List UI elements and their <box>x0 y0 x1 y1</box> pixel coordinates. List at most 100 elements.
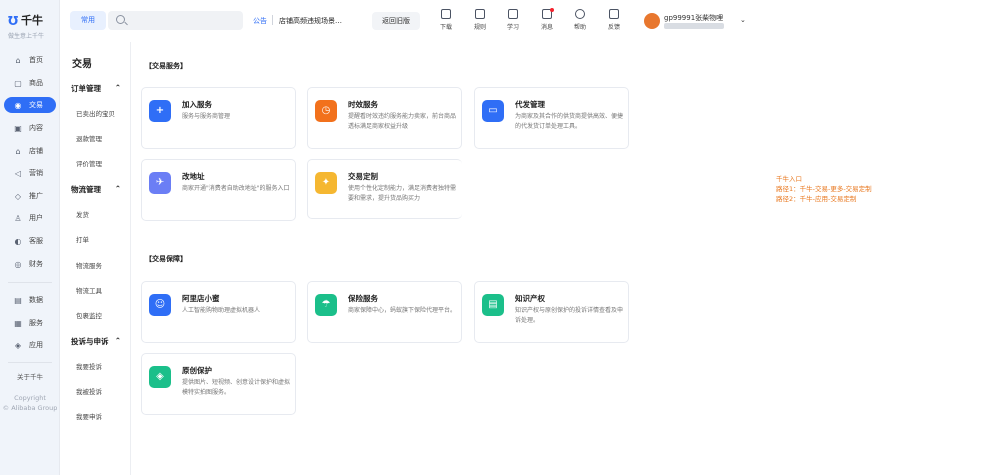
service-card-ali-bot[interactable]: ☺ 阿里店小蜜 人工智能购物助理虚拟机器人 <box>141 281 296 343</box>
notice-link[interactable]: 店铺高频违规场景… <box>279 16 342 26</box>
search-input[interactable] <box>108 11 243 30</box>
box-icon: ▭ <box>482 100 504 122</box>
submenu-group-complaint[interactable]: 投诉与申诉 ⌃ <box>71 336 121 347</box>
submenu-group-logistics[interactable]: 物流管理 ⌃ <box>71 184 121 195</box>
submenu-item[interactable]: 我要投诉 <box>76 361 102 371</box>
search-icon <box>116 15 125 24</box>
tool-label: 学习 <box>506 24 519 31</box>
card-desc: 提醒看时效违约服务能力卖家，前台商品透标满足商家权益升级 <box>348 113 457 130</box>
service-card-join[interactable]: + 加入服务 服务与服务商管理 <box>141 87 296 149</box>
sidebar-item-label: 推广 <box>29 192 43 200</box>
sidebar-item-goods[interactable]: ▢ 商品 <box>4 75 56 91</box>
sidebar-item-finance[interactable]: ◎ 财务 <box>4 256 56 272</box>
service-card-trade-custom[interactable]: ✦ 交易定制 使用个性化定制能力，满足消费者独特需要和需求，提升货品购买力 <box>307 159 462 219</box>
user-account-redacted <box>664 23 724 29</box>
qianniu-logo-icon: Ʊ <box>8 14 19 28</box>
sidebar-item-shop[interactable]: ⌂ 店铺 <box>4 143 56 159</box>
submenu-item[interactable]: 发货 <box>76 209 89 219</box>
submenu-item[interactable]: 退款管理 <box>76 133 102 143</box>
services-icon: ▦ <box>14 318 22 328</box>
service-card-ip[interactable]: ▤ 知识产权 知识产权与原创保护的投诉详情查看及申诉处理。 <box>474 281 629 343</box>
home-icon: ⌂ <box>15 55 21 65</box>
content-icon: ▣ <box>14 123 22 133</box>
sidebar-item-home[interactable]: ⌂ 首页 <box>4 52 56 68</box>
finance-icon: ◎ <box>14 259 22 269</box>
sidebar-item-user[interactable]: ♙ 用户 <box>4 210 56 226</box>
rules-button[interactable]: 规则 <box>466 9 494 35</box>
submenu-item[interactable]: 物流工具 <box>76 285 102 295</box>
submenu-item[interactable]: 打单 <box>76 234 89 244</box>
copyright-line: Copyright <box>14 394 46 402</box>
learn-button[interactable]: 学习 <box>499 9 527 35</box>
sidebar-divider <box>8 282 52 283</box>
copyright: Copyright © Alibaba Group <box>0 393 60 413</box>
sidebar-item-promote[interactable]: ◇ 推广 <box>4 188 56 204</box>
sidebar-item-content[interactable]: ▣ 内容 <box>4 120 56 136</box>
user-name[interactable]: gp99991张柴物哩 <box>664 13 723 23</box>
section-title-trade-services: 【交易服务】 <box>145 62 187 70</box>
chevron-up-icon: ⌃ <box>114 184 121 193</box>
sidebar-item-label: 交易 <box>29 101 43 109</box>
unread-dot <box>550 8 554 12</box>
submenu-item[interactable]: 物流服务 <box>76 260 102 270</box>
submenu-item[interactable]: 包裹监控 <box>76 310 102 320</box>
old-version-button[interactable]: 返回旧版 <box>372 12 420 30</box>
sidebar-item-service[interactable]: ◐ 客服 <box>4 233 56 249</box>
section-title-trade-protection: 【交易保障】 <box>145 255 187 263</box>
avatar[interactable] <box>644 13 660 29</box>
tool-label: 帮助 <box>573 24 586 31</box>
rules-icon <box>475 9 485 19</box>
card-desc: 提供图片、短视频、创意设计保护和虚拟模特实拍图服务。 <box>182 379 291 396</box>
feedback-button[interactable]: 反馈 <box>600 9 628 35</box>
service-card-change-address[interactable]: ✈ 改地址 商家开通"消费者自助改地址"的服务入口 <box>141 159 296 221</box>
sidebar-item-trade[interactable]: ◉ 交易 <box>4 97 56 113</box>
sidebar-item-label: 应用 <box>29 341 43 349</box>
plane-icon: ✈ <box>149 172 171 194</box>
submenu-item[interactable]: 我被投诉 <box>76 386 102 396</box>
sidebar-divider <box>8 362 52 363</box>
card-desc: 知识产权与原创保护的投诉详情查看及申诉处理。 <box>515 307 624 324</box>
help-button[interactable]: 帮助 <box>566 9 594 35</box>
chevron-down-icon[interactable]: ⌄ <box>740 16 746 24</box>
document-icon: ▤ <box>482 294 504 316</box>
service-card-dropship[interactable]: ▭ 代发管理 为商家及其合作的供货商提供高效、便捷的代发货订单处理工具。 <box>474 87 629 149</box>
submenu-item[interactable]: 评价管理 <box>76 158 102 168</box>
qianniu-logo[interactable]: Ʊ 千牛 做生意上千牛 <box>8 14 56 40</box>
about-link[interactable]: 关于千牛 <box>0 371 60 381</box>
card-title: 代发管理 <box>515 100 545 109</box>
sidebar-item-services[interactable]: ▦ 服务 <box>4 315 56 331</box>
tool-label: 反馈 <box>607 24 620 31</box>
notice-tag: 公告 <box>253 17 267 25</box>
tool-label: 下载 <box>439 24 452 31</box>
sidebar-item-label: 客服 <box>29 237 43 245</box>
sidebar-item-label: 数据 <box>29 296 43 304</box>
sidebar-item-data[interactable]: ▤ 数据 <box>4 292 56 308</box>
app-name: 千牛 <box>21 14 43 27</box>
sidebar-item-label: 首页 <box>29 56 43 64</box>
service-card-timeliness[interactable]: ◷ 时效服务 提醒看时效违约服务能力卖家，前台商品透标满足商家权益升级 <box>307 87 462 149</box>
service-card-original-protection[interactable]: ◈ 原创保护 提供图片、短视频、创意设计保护和虚拟模特实拍图服务。 <box>141 353 296 415</box>
message-button[interactable]: 消息 <box>533 8 561 35</box>
top-bar: 常用 公告 店铺高频违规场景… 返回旧版 下载 规则 学习 消息 帮助 反馈 g… <box>60 0 760 42</box>
card-title: 交易定制 <box>348 172 378 181</box>
submenu-item[interactable]: 我要申诉 <box>76 411 102 421</box>
common-button[interactable]: 常用 <box>70 11 106 30</box>
submenu-item[interactable]: 已卖出的宝贝 <box>76 108 115 118</box>
submenu-group-order[interactable]: 订单管理 ⌃ <box>71 83 121 94</box>
sidebar-item-marketing[interactable]: ◁ 营销 <box>4 165 56 181</box>
card-desc: 为商家及其合作的供货商提供高效、便捷的代发货订单处理工具。 <box>515 113 624 130</box>
apps-icon: ◈ <box>14 340 22 350</box>
service-card-insurance[interactable]: ☂ 保险服务 商家保障中心，蚂蚁旗下保险代理平台。 <box>307 281 462 343</box>
submenu-group-label: 订单管理 <box>71 84 101 93</box>
card-desc: 商家保障中心，蚂蚁旗下保险代理平台。 <box>348 307 457 314</box>
download-button[interactable]: 下载 <box>432 9 460 35</box>
user-icon: ♙ <box>14 213 22 223</box>
sidebar-item-label: 财务 <box>29 260 43 268</box>
card-desc: 商家开通"消费者自助改地址"的服务入口 <box>182 185 290 192</box>
sidebar-item-apps[interactable]: ◈ 应用 <box>4 337 56 353</box>
card-title: 加入服务 <box>182 100 212 109</box>
card-desc: 使用个性化定制能力，满足消费者独特需要和需求，提升货品购买力 <box>348 185 457 202</box>
chevron-up-icon: ⌃ <box>114 336 121 345</box>
card-title: 知识产权 <box>515 294 545 303</box>
help-icon <box>575 9 585 19</box>
